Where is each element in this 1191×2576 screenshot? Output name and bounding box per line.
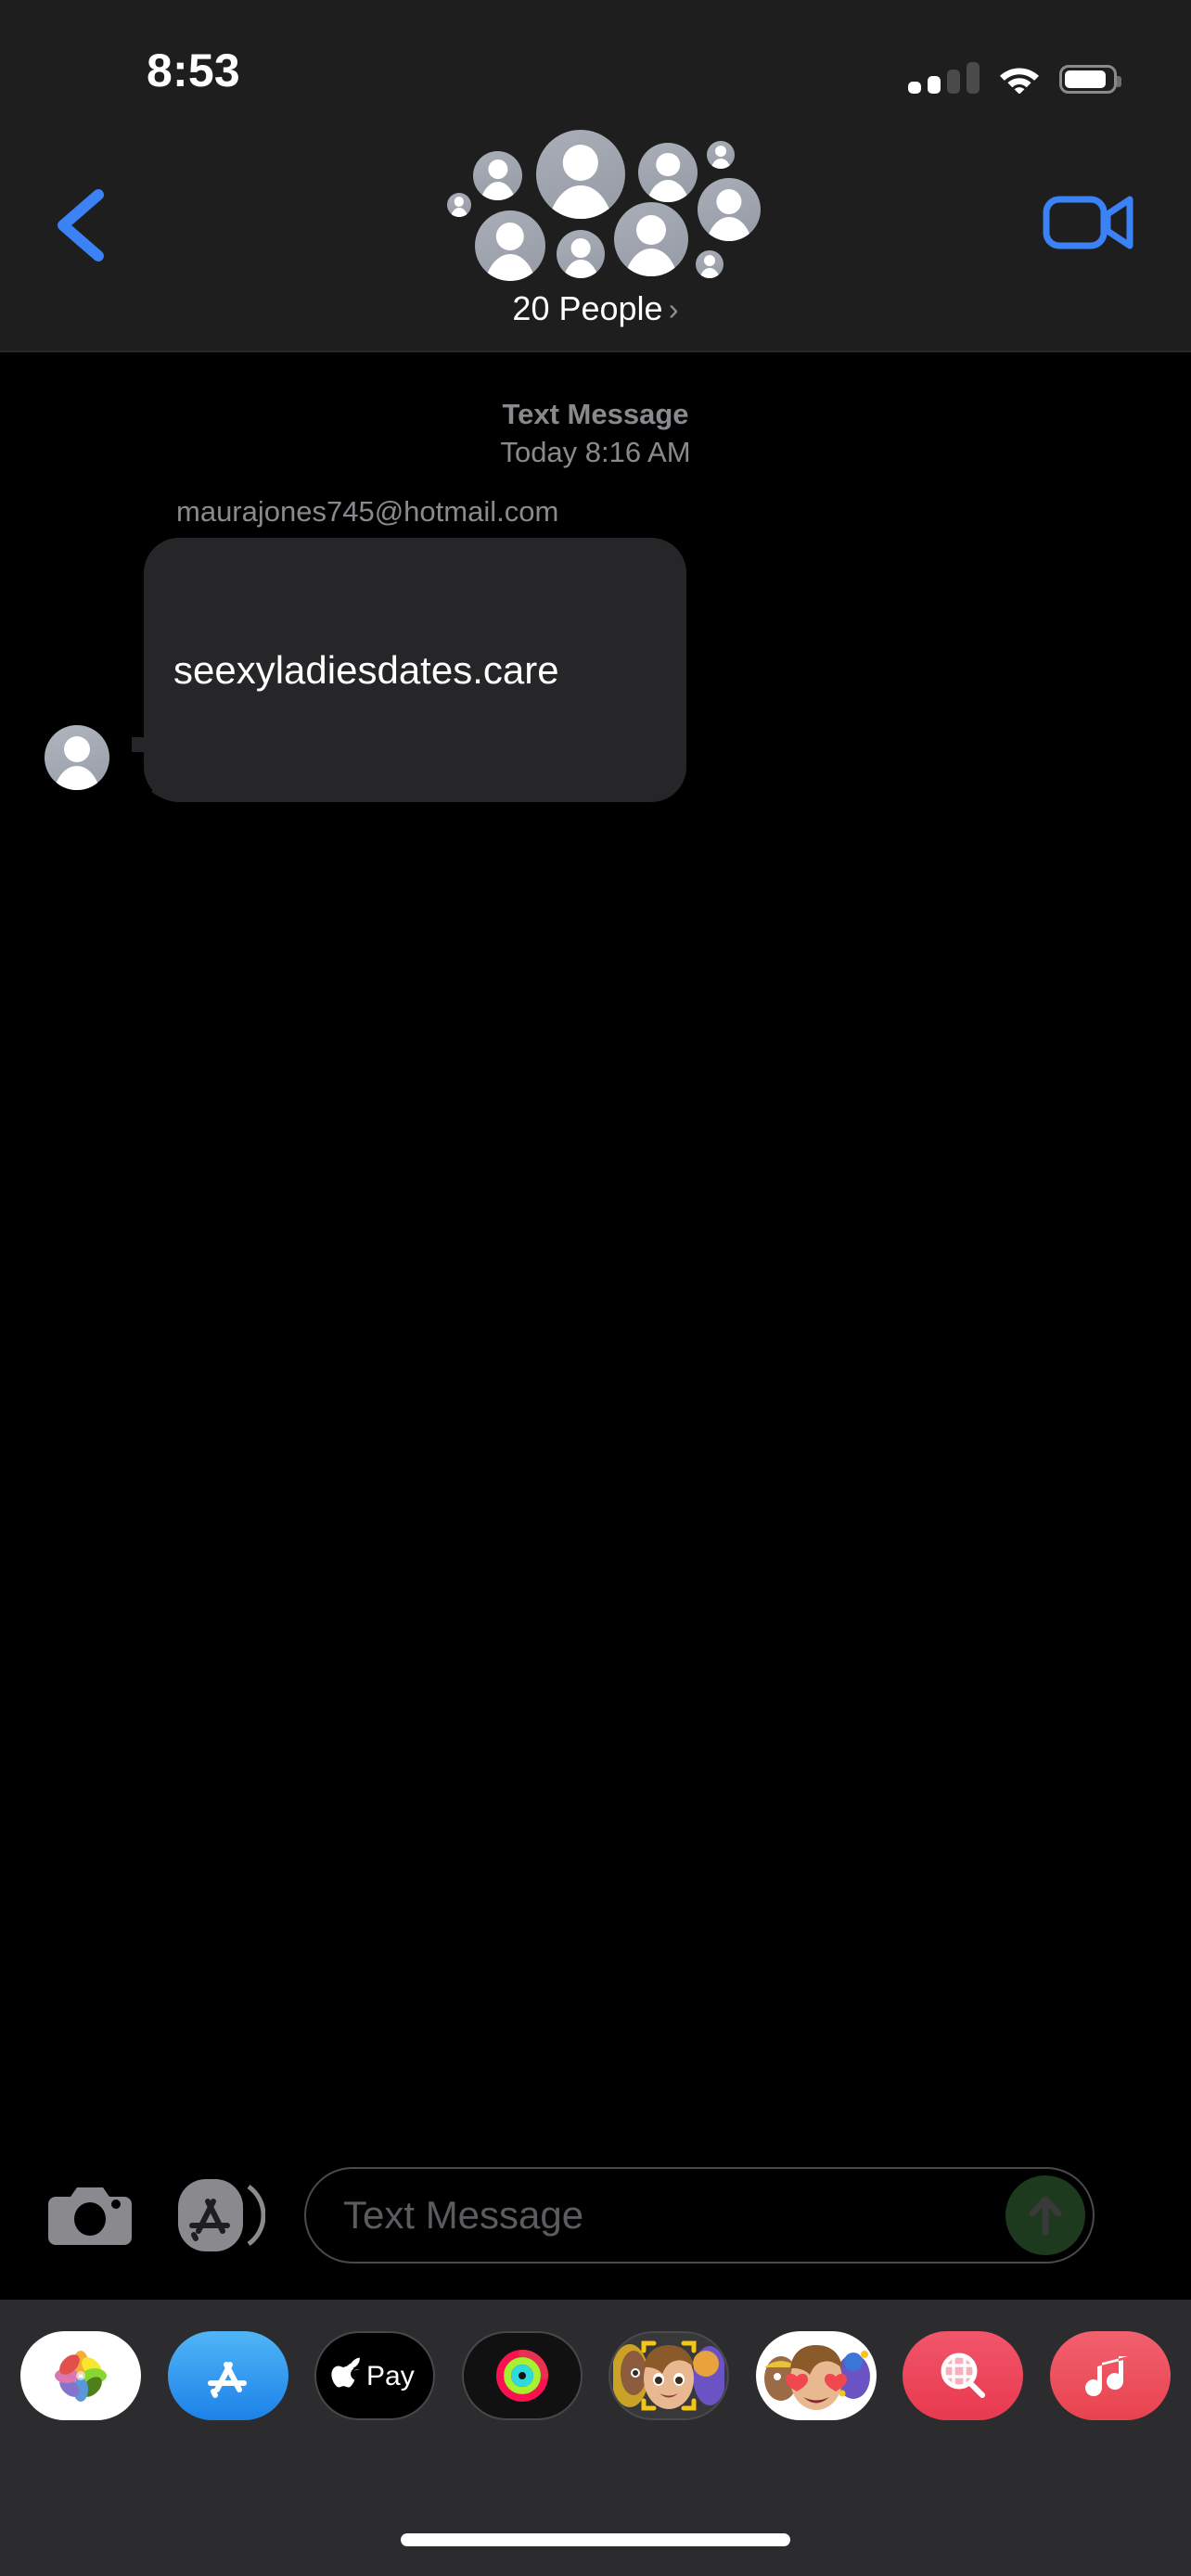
video-camera-icon [1043, 196, 1133, 249]
avatar [638, 143, 698, 202]
app-drawer-item-photos[interactable] [20, 2331, 141, 2420]
memoji-heart-eyes-icon [763, 2345, 870, 2410]
cellular-signal-icon [908, 62, 980, 94]
wifi-icon [998, 62, 1041, 95]
camera-icon [48, 2187, 132, 2245]
chevron-right-icon: › [668, 292, 679, 326]
app-drawer-row: Pay [0, 2300, 1191, 2420]
avatar [698, 178, 761, 241]
avatar [536, 130, 625, 219]
app-store-icon [207, 2362, 247, 2398]
conversation-thread[interactable]: Text Message Today 8:16 AM maurajones745… [0, 354, 1191, 2131]
group-title-label: 20 People [512, 289, 663, 327]
service-label: Text Message [502, 398, 689, 430]
svg-text:Pay: Pay [366, 2361, 415, 2391]
arrow-up-icon [1029, 2196, 1062, 2236]
app-drawer-item-apple-pay[interactable]: Pay [314, 2331, 436, 2420]
app-drawer-item-music[interactable] [1049, 2331, 1171, 2420]
photos-pinwheel-icon [55, 2351, 107, 2402]
app-drawer-item-memoji-stickers[interactable] [755, 2331, 877, 2420]
app-drawer: Pay [0, 2300, 1191, 2576]
avatar [473, 151, 522, 200]
message-bubble[interactable]: seexyladiesdates.care [144, 538, 686, 803]
memoji-face-icon [613, 2340, 725, 2411]
app-store-icon [178, 2179, 266, 2251]
activity-rings-icon [495, 2350, 548, 2402]
home-indicator [401, 2533, 790, 2546]
status-indicators [908, 51, 1121, 95]
avatar[interactable] [45, 725, 109, 791]
status-bar: 8:53 [0, 0, 1191, 121]
message-text-field[interactable]: Text Message [304, 2167, 1095, 2264]
magnifier-grid-icon [941, 2353, 986, 2398]
send-button[interactable] [1005, 2175, 1085, 2255]
facetime-video-button[interactable] [1033, 172, 1145, 274]
message-sender: maurajones745@hotmail.com [176, 495, 559, 529]
avatar [696, 250, 724, 278]
messages-screen: 8:53 20 People › Text Message Today 8:16… [0, 0, 1191, 2576]
message-input-bar: Text Message [0, 2131, 1191, 2300]
back-button[interactable] [35, 174, 137, 276]
app-drawer-item-app-store[interactable] [167, 2331, 288, 2420]
apple-pay-icon: Pay [331, 2357, 415, 2391]
avatar [614, 202, 688, 276]
battery-icon [1059, 65, 1121, 94]
message-row: seexyladiesdates.care [0, 538, 1191, 816]
avatar [475, 210, 545, 281]
app-drawer-item-images[interactable] [903, 2331, 1024, 2420]
message-text: seexyladiesdates.care [173, 647, 559, 692]
message-timestamp: Today 8:16 AM [500, 436, 691, 469]
avatar [557, 230, 605, 278]
chevron-left-icon [58, 189, 104, 261]
app-drawer-item-memoji[interactable] [608, 2331, 730, 2420]
avatar [447, 193, 471, 217]
message-meta: Text Message Today 8:16 AM [0, 354, 1191, 471]
app-drawer-item-fitness[interactable] [461, 2331, 583, 2420]
music-note-icon [1084, 2356, 1128, 2397]
navigation-bar: 8:53 20 People › [0, 0, 1191, 352]
message-input-placeholder: Text Message [343, 2193, 584, 2237]
apps-button[interactable] [176, 2174, 266, 2257]
camera-button[interactable] [48, 2178, 135, 2252]
group-avatar-cluster[interactable] [427, 121, 761, 287]
group-title[interactable]: 20 People › [0, 289, 1191, 328]
status-time: 8:53 [147, 45, 240, 96]
avatar [707, 141, 735, 169]
